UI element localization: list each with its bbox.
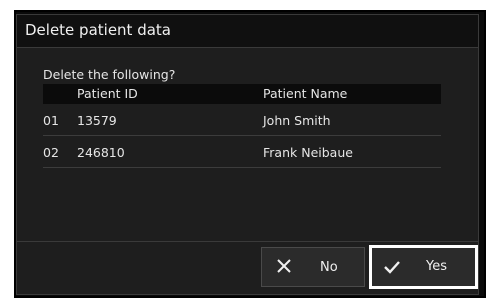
row-number: 01 [43,113,59,128]
table-header: Patient ID Patient Name [43,84,441,104]
yes-button-label: Yes [426,259,447,274]
patient-table: Patient ID Patient Name 01 13579 John Sm… [43,84,441,168]
dialog-title-bar: Delete patient data [17,15,478,48]
table-row: 01 13579 John Smith [43,104,441,136]
header-patient-id: Patient ID [77,86,138,101]
patient-name: Frank Neibaue [263,145,353,160]
patient-id: 246810 [77,145,125,160]
dialog-title: Delete patient data [25,21,171,39]
header-patient-name: Patient Name [263,86,348,101]
check-icon [382,257,402,277]
confirm-prompt: Delete the following? [43,67,176,82]
patient-name: John Smith [263,113,331,128]
table-row: 02 246810 Frank Neibaue [43,136,441,168]
patient-id: 13579 [77,113,117,128]
no-button-label: No [320,260,338,275]
no-button[interactable]: No [261,247,365,287]
button-bar: No Yes [17,241,478,294]
yes-button[interactable]: Yes [369,245,478,289]
delete-patient-dialog: Delete patient data Delete the following… [16,14,479,295]
row-number: 02 [43,145,59,160]
close-icon [274,256,294,276]
